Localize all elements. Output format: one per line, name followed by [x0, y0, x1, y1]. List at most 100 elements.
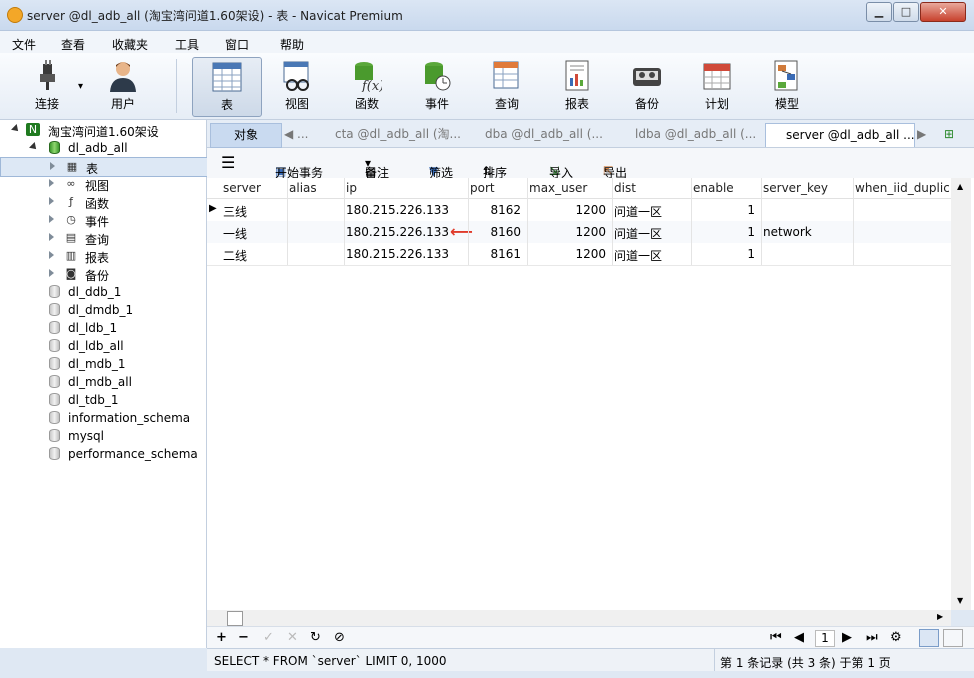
table-button[interactable]: 表	[192, 57, 262, 117]
expand-icon[interactable]	[50, 162, 55, 170]
tree-database-dl_adb_all[interactable]: dl_adb_all	[0, 139, 206, 157]
hamburger-menu-icon[interactable]: ☰	[221, 153, 235, 172]
delete-record-button[interactable]: −	[238, 630, 249, 645]
tree-database-dl_mdb_1[interactable]: dl_mdb_1	[0, 355, 206, 373]
tree-connection[interactable]: N 淘宝湾问道1.60架设	[0, 121, 206, 139]
tree-database-dl_ldb_all[interactable]: dl_ldb_all	[0, 337, 206, 355]
connect-dropdown-arrow[interactable]: ▾	[78, 81, 83, 92]
tree-database-performance_schema[interactable]: performance_schema	[0, 445, 206, 463]
cell-dist[interactable]: 问道一区	[614, 247, 662, 264]
user-button[interactable]: 用户	[93, 57, 153, 115]
event-button[interactable]: 事件	[407, 57, 467, 115]
tree-object-report[interactable]: ▥ 报表	[0, 247, 206, 265]
cell-ip[interactable]: 180.215.226.133	[346, 247, 449, 261]
close-button[interactable]: ✕	[920, 2, 966, 22]
collapse-icon[interactable]	[11, 124, 21, 134]
horizontal-scrollbar[interactable]: ▶	[207, 610, 951, 626]
model-button[interactable]: 模型	[757, 57, 817, 115]
table-row[interactable]: 二线 180.215.226.133 8161 1200 问道一区 1	[207, 243, 951, 266]
column-header-server[interactable]: server	[223, 181, 285, 195]
stop-button[interactable]: ⊘	[334, 630, 345, 645]
expand-icon[interactable]	[49, 179, 54, 187]
cell-max_user[interactable]: 1200	[527, 247, 606, 261]
column-header-server_key[interactable]: server_key	[763, 181, 851, 195]
cell-server[interactable]: 一线	[223, 225, 247, 242]
page-number-field[interactable]: 1	[815, 630, 835, 647]
menu-window[interactable]: 窗口	[225, 36, 249, 53]
table-row[interactable]: ▶ 三线 180.215.226.133 8162 1200 问道一区 1	[207, 199, 951, 222]
cell-dist[interactable]: 问道一区	[614, 203, 662, 220]
scroll-right-icon[interactable]: ▶	[937, 612, 943, 621]
column-header-ip[interactable]: ip	[346, 181, 466, 195]
add-record-button[interactable]: +	[216, 630, 227, 645]
tree-database-information_schema[interactable]: information_schema	[0, 409, 206, 427]
cell-enable[interactable]: 1	[691, 225, 755, 239]
scroll-thumb[interactable]	[227, 611, 243, 626]
cell-ip[interactable]: 180.215.226.133	[346, 225, 449, 239]
table-row[interactable]: 一线 180.215.226.133 8160 1200 问道一区 1 network	[207, 221, 951, 244]
column-header-dist[interactable]: dist	[614, 181, 689, 195]
refresh-button[interactable]: ↻	[310, 630, 321, 645]
tree-database-mysql[interactable]: mysql	[0, 427, 206, 445]
cell-max_user[interactable]: 1200	[527, 225, 606, 239]
menu-help[interactable]: 帮助	[280, 36, 304, 53]
vertical-scrollbar[interactable]: ▲ ▼	[951, 178, 971, 610]
tree-database-dl_dmdb_1[interactable]: dl_dmdb_1	[0, 301, 206, 319]
cell-server[interactable]: 二线	[223, 247, 247, 264]
query-button[interactable]: 查询	[477, 57, 537, 115]
cell-server_key[interactable]: network	[763, 225, 812, 239]
column-header-when_iid_duplica[interactable]: when_iid_duplica	[855, 181, 949, 195]
view-button[interactable]: 视图	[267, 57, 327, 115]
tab-dba[interactable]: dba @dl_adb_all (...	[465, 123, 613, 146]
tab-scroll-right[interactable]: ▶	[917, 123, 931, 146]
expand-icon[interactable]	[49, 197, 54, 205]
tree-database-dl_ddb_1[interactable]: dl_ddb_1	[0, 283, 206, 301]
tab-scroll-left[interactable]: ◀ ...	[284, 123, 310, 146]
tree-object-view[interactable]: ∞ 视图	[0, 175, 206, 193]
tree-database-dl_ldb_1[interactable]: dl_ldb_1	[0, 319, 206, 337]
cell-port[interactable]: 8160	[468, 225, 521, 239]
tree-database-dl_mdb_all[interactable]: dl_mdb_all	[0, 373, 206, 391]
cell-dist[interactable]: 问道一区	[614, 225, 662, 242]
new-tab-icon[interactable]: ⊞	[935, 123, 963, 146]
minimize-button[interactable]: ▁	[866, 2, 892, 22]
menu-file[interactable]: 文件	[12, 36, 36, 53]
tree-object-table[interactable]: ▦ 表	[0, 157, 208, 177]
cell-server[interactable]: 三线	[223, 203, 247, 220]
maximize-button[interactable]: □	[893, 2, 919, 22]
expand-icon[interactable]	[49, 233, 54, 241]
discard-changes-button[interactable]: ✕	[287, 630, 298, 645]
menu-view[interactable]: 查看	[61, 36, 85, 53]
memo-button[interactable]: ▤ 备注 ▾	[365, 156, 389, 180]
column-header-alias[interactable]: alias	[289, 181, 342, 195]
tree-object-function[interactable]: ƒ 函数	[0, 193, 206, 211]
scroll-up-icon[interactable]: ▲	[957, 182, 963, 191]
menu-tools[interactable]: 工具	[175, 36, 199, 53]
apply-changes-button[interactable]: ✓	[263, 630, 274, 645]
expand-icon[interactable]	[49, 251, 54, 259]
schedule-button[interactable]: 计划	[687, 57, 747, 115]
cell-ip[interactable]: 180.215.226.133	[346, 203, 449, 217]
tab-ldba[interactable]: ldba @dl_adb_all (...	[615, 123, 763, 146]
report-button[interactable]: 报表	[547, 57, 607, 115]
first-page-button[interactable]: ⏮	[770, 630, 782, 645]
function-button[interactable]: f(x) 函数	[337, 57, 397, 115]
form-view-icon[interactable]	[943, 629, 963, 647]
last-page-button[interactable]: ⏭	[866, 630, 878, 645]
cell-enable[interactable]: 1	[691, 247, 755, 261]
collapse-icon[interactable]	[29, 142, 39, 152]
tree-database-dl_tdb_1[interactable]: dl_tdb_1	[0, 391, 206, 409]
cell-port[interactable]: 8162	[468, 203, 521, 217]
tab-objects[interactable]: 对象	[210, 123, 282, 148]
cell-port[interactable]: 8161	[468, 247, 521, 261]
cell-enable[interactable]: 1	[691, 203, 755, 217]
grid-view-icon[interactable]	[919, 629, 939, 647]
column-header-port[interactable]: port	[470, 181, 525, 195]
tab-server[interactable]: server @dl_adb_all ...	[765, 123, 915, 147]
menu-favorites[interactable]: 收藏夹	[112, 36, 148, 53]
expand-icon[interactable]	[49, 269, 54, 277]
backup-button[interactable]: 备份	[617, 57, 677, 115]
tree-object-query[interactable]: ▤ 查询	[0, 229, 206, 247]
prev-page-button[interactable]: ◀	[794, 630, 804, 645]
data-grid[interactable]: server alias ip port max_user dist enable serve…	[207, 178, 974, 610]
